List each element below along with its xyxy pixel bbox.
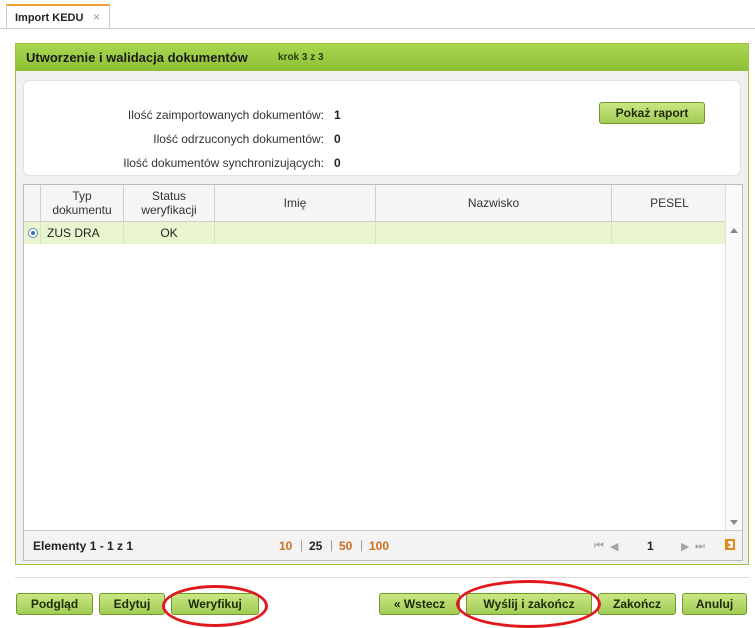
imported-row: Ilość zaimportowanych dokumentów: xyxy=(24,108,324,126)
wizard-panel: Utworzenie i walidacja dokumentów krok 3… xyxy=(15,43,749,565)
back-button[interactable]: « Wstecz xyxy=(379,593,460,615)
cancel-button[interactable]: Anuluj xyxy=(682,593,747,615)
sync-label: Ilość dokumentów synchronizujących: xyxy=(123,156,324,170)
separator: | xyxy=(360,538,364,552)
scroll-down-icon[interactable] xyxy=(730,520,738,525)
sync-value: 0 xyxy=(334,156,341,170)
finish-button[interactable]: Zakończ xyxy=(598,593,676,615)
tab-bar: Import KEDU × xyxy=(0,0,755,29)
footer-divider xyxy=(15,577,749,578)
cell-verification-status: OK xyxy=(124,222,215,244)
table-row[interactable]: ZUS DRA OK xyxy=(24,222,727,244)
tab-import-kedu[interactable]: Import KEDU × xyxy=(6,4,110,28)
edit-button[interactable]: Edytuj xyxy=(99,593,165,615)
send-and-finish-button[interactable]: Wyślij i zakończ xyxy=(466,593,592,615)
separator: | xyxy=(300,538,304,552)
select-column-header xyxy=(24,185,41,221)
imported-value: 1 xyxy=(334,108,341,122)
vertical-scrollbar[interactable] xyxy=(725,185,742,531)
cell-last-name xyxy=(376,222,612,244)
col-pesel[interactable]: PESEL xyxy=(612,185,727,221)
cell-document-type: ZUS DRA xyxy=(41,222,124,244)
step-indicator: krok 3 z 3 xyxy=(278,52,324,63)
import-summary: Ilość zaimportowanych dokumentów: 1 Iloś… xyxy=(23,80,741,176)
prev-page-icon[interactable]: ◀ xyxy=(610,540,619,553)
col-last-name[interactable]: Nazwisko xyxy=(376,185,612,221)
page-size-50[interactable]: 50 xyxy=(339,539,352,553)
first-page-icon[interactable]: ⏮ xyxy=(594,540,604,553)
col-verification-status[interactable]: Status weryfikacji xyxy=(124,185,215,221)
col-document-type[interactable]: Typ dokumentu xyxy=(41,185,124,221)
tab-label: Import KEDU xyxy=(15,12,84,24)
preview-button[interactable]: Podgląd xyxy=(16,593,93,615)
panel-header: Utworzenie i walidacja dokumentów krok 3… xyxy=(16,44,748,71)
rejected-label: Ilość odrzuconych dokumentów: xyxy=(153,132,324,146)
grid-pager: Elementy 1 - 1 z 1 10 | 25 | 50 | 100 ⏮ … xyxy=(24,530,742,560)
page-number[interactable]: 1 xyxy=(647,539,654,553)
rejected-value: 0 xyxy=(334,132,341,146)
panel-body: Ilość zaimportowanych dokumentów: 1 Iloś… xyxy=(16,71,748,564)
grid-header: Typ dokumentu Status weryfikacji Imię Na… xyxy=(24,185,727,222)
col-first-name[interactable]: Imię xyxy=(215,185,376,221)
sync-row: Ilość dokumentów synchronizujących: xyxy=(24,156,324,174)
rejected-row: Ilość odrzuconych dokumentów: xyxy=(24,132,324,150)
close-icon[interactable]: × xyxy=(93,10,100,24)
last-page-icon[interactable]: ⏭ xyxy=(695,540,705,553)
next-page-icon[interactable]: ▶ xyxy=(681,540,690,553)
show-report-button[interactable]: Pokaż raport xyxy=(599,102,705,124)
verify-button[interactable]: Weryfikuj xyxy=(171,593,259,615)
scroll-up-icon[interactable] xyxy=(730,228,738,233)
row-select-cell[interactable] xyxy=(24,222,41,244)
radio-selected-icon[interactable] xyxy=(28,228,38,238)
items-count: Elementy 1 - 1 z 1 xyxy=(33,539,134,553)
page-size-10[interactable]: 10 xyxy=(279,539,292,553)
page-size-25[interactable]: 25 xyxy=(309,539,322,553)
cell-first-name xyxy=(215,222,376,244)
separator: | xyxy=(330,538,334,552)
panel-title: Utworzenie i walidacja dokumentów xyxy=(26,50,248,65)
export-icon[interactable] xyxy=(725,539,735,550)
imported-label: Ilość zaimportowanych dokumentów: xyxy=(127,108,324,122)
documents-grid: Typ dokumentu Status weryfikacji Imię Na… xyxy=(23,184,743,561)
cell-pesel xyxy=(612,222,727,244)
page-size-100[interactable]: 100 xyxy=(369,539,389,553)
